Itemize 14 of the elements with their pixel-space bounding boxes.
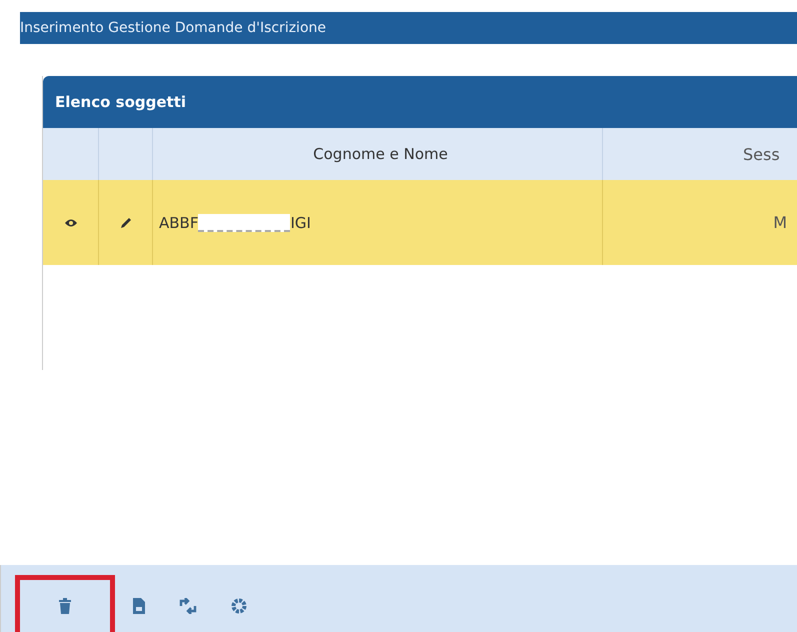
settings-icon[interactable] bbox=[231, 598, 247, 614]
name-start: ABBF bbox=[159, 214, 198, 232]
refresh-icon[interactable] bbox=[179, 598, 197, 614]
column-title: Cognome e Nome bbox=[313, 145, 448, 163]
column-title: Sess bbox=[743, 144, 780, 164]
window-title: Inserimento Gestione Domande d'Iscrizione bbox=[20, 20, 326, 36]
panel-title: Elenco soggetti bbox=[55, 93, 186, 111]
name-end: IGI bbox=[290, 214, 311, 232]
document-icon[interactable] bbox=[133, 598, 145, 614]
pencil-icon[interactable] bbox=[118, 216, 132, 230]
trash-icon[interactable] bbox=[58, 598, 72, 614]
table-cell: M bbox=[773, 213, 787, 232]
eye-icon[interactable] bbox=[64, 218, 78, 228]
table-row[interactable]: ABBF IGI M bbox=[43, 180, 797, 265]
